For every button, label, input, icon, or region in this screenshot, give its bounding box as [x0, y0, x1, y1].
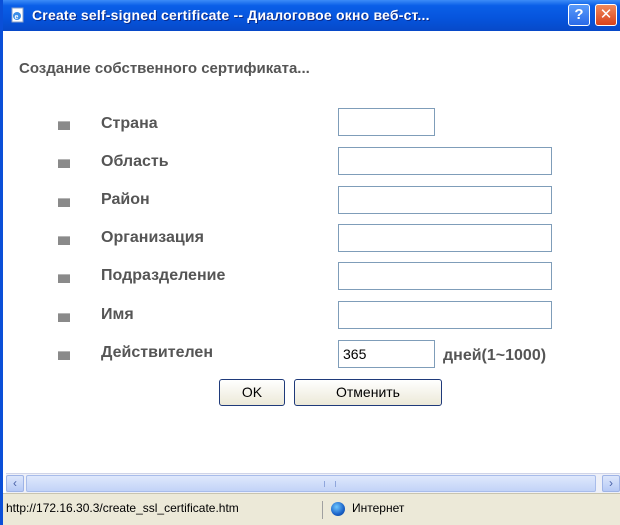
help-button[interactable]: ? — [568, 4, 590, 26]
dialog-window: e Create self-signed certificate -- Диал… — [0, 0, 620, 525]
globe-icon — [331, 502, 345, 516]
bullet-icon — [58, 313, 70, 322]
svg-text:e: e — [15, 14, 19, 21]
country-input[interactable] — [338, 108, 435, 136]
department-input[interactable] — [338, 262, 552, 290]
scroll-right-button[interactable]: › — [602, 475, 620, 492]
bullet-icon — [58, 274, 70, 283]
status-bar: http://172.16.30.3/create_ssl_certificat… — [3, 493, 620, 525]
region-label: Область — [101, 153, 169, 170]
district-label: Район — [101, 191, 150, 208]
country-label: Страна — [101, 115, 158, 132]
validity-input[interactable] — [338, 340, 435, 368]
bullet-icon — [58, 198, 70, 207]
organization-label: Организация — [101, 229, 204, 246]
status-url: http://172.16.30.3/create_ssl_certificat… — [6, 501, 323, 519]
horizontal-scrollbar[interactable]: ‹ › — [6, 473, 620, 493]
district-input[interactable] — [338, 186, 552, 214]
validity-range-hint: дней(1~1000) — [443, 347, 547, 364]
dialog-content: Создание собственного сертификата... Стр… — [6, 31, 620, 473]
cancel-button[interactable]: Отменить — [294, 379, 442, 406]
ie-page-icon: e — [10, 7, 26, 23]
organization-input[interactable] — [338, 224, 552, 252]
page-title: Создание собственного сертификата... — [19, 60, 310, 77]
scroll-thumb[interactable] — [26, 475, 596, 492]
close-button[interactable]: ✕ — [595, 4, 617, 26]
name-label: Имя — [101, 306, 134, 323]
bullet-icon — [58, 351, 70, 360]
grip-icon — [324, 481, 336, 487]
window-title: Create self-signed certificate -- Диалог… — [32, 7, 430, 23]
security-zone: Интернет — [352, 501, 405, 515]
region-input[interactable] — [338, 147, 552, 175]
bullet-icon — [58, 236, 70, 245]
validity-label: Действителен — [101, 344, 213, 361]
department-label: Подразделение — [101, 267, 226, 284]
name-input[interactable] — [338, 301, 552, 329]
scroll-left-button[interactable]: ‹ — [6, 475, 24, 492]
title-bar[interactable]: e Create self-signed certificate -- Диал… — [3, 0, 620, 31]
bullet-icon — [58, 121, 70, 130]
ok-button[interactable]: OK — [219, 379, 285, 406]
bullet-icon — [58, 159, 70, 168]
